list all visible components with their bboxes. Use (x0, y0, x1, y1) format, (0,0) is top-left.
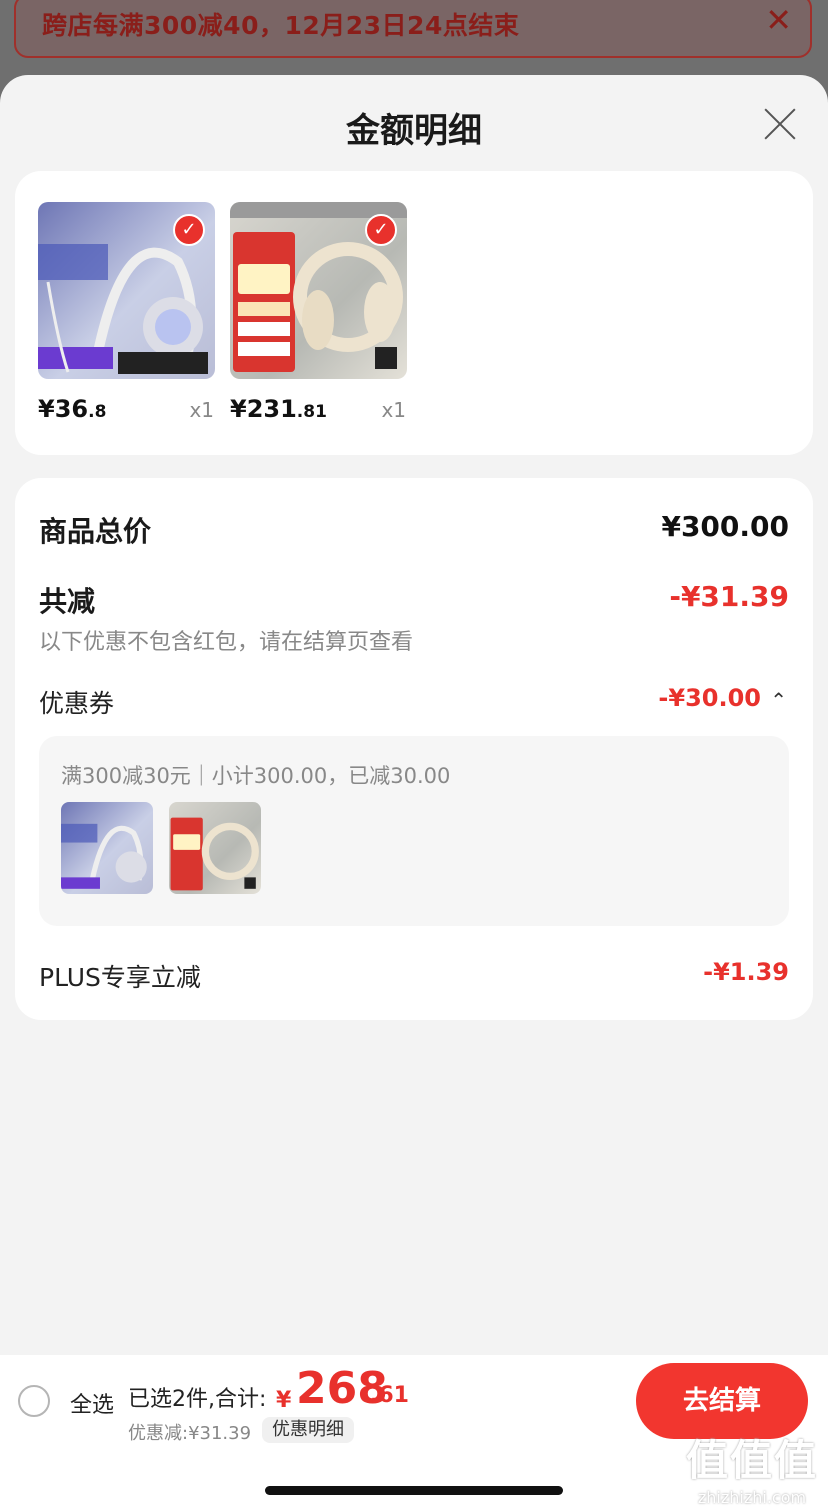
reduce-value: -¥31.39 (669, 580, 789, 613)
select-all-radio[interactable] (18, 1385, 50, 1417)
reduce-note-row: 以下优惠不包含红包，请在结算页查看 (39, 624, 789, 656)
product-image[interactable]: ✓ (38, 202, 215, 379)
summary-card: 商品总价 ¥300.00 共减 -¥31.39 以下优惠不包含红包，请在结算页查… (15, 478, 813, 1020)
coupon-row[interactable]: 优惠券 -¥30.00 ⌃ (39, 684, 789, 718)
total-label: 商品总价 (39, 515, 152, 548)
product-price: ¥36.8 (38, 395, 107, 423)
checkout-bar: 全选 已选2件,合计: ¥ 268 .61 优惠减:¥31.39 优惠明细 去结… (0, 1355, 828, 1512)
total-decimal: .61 (370, 1383, 409, 1408)
watermark: 值值值 zhizhizhi.com (686, 1427, 818, 1507)
checked-icon[interactable]: ✓ (365, 214, 397, 246)
price-detail-sheet: 金额明细 ✓ ¥36.8 x1 ✓ ¥231.81 x1 商品总价 ¥300.0… (0, 75, 828, 1355)
product-qty: x1 (189, 398, 214, 422)
coupon-product-image (61, 802, 153, 894)
reduce-note: 以下优惠不包含红包，请在结算页查看 (39, 630, 414, 655)
price-row: ¥231.81 x1 (230, 395, 408, 425)
discount-text: 优惠减:¥31.39 (128, 1423, 252, 1444)
watermark-logo: 值值值 (685, 1436, 818, 1485)
promo-banner: 跨店每满300减40，12月23日24点结束 ✕ (14, 0, 812, 58)
discount-detail-button[interactable]: 优惠明细 (262, 1417, 354, 1443)
reduce-label: 共减 (39, 585, 96, 618)
total-currency: ¥ (276, 1388, 292, 1413)
total-row: 商品总价 ¥300.00 (39, 510, 789, 548)
coupon-detail-box: 满300减30元｜小计300.00，已减30.00 (39, 736, 789, 926)
chevron-up-icon[interactable]: ⌃ (770, 688, 787, 712)
watermark-url: zhizhizhi.com (697, 1488, 807, 1507)
home-indicator[interactable] (265, 1486, 563, 1495)
products-card: ✓ ¥36.8 x1 ✓ ¥231.81 x1 (15, 171, 813, 455)
plus-label: PLUS专享立减 (39, 963, 201, 992)
promo-text: 跨店每满300减40，12月23日24点结束 (42, 11, 520, 40)
checked-icon[interactable]: ✓ (173, 214, 205, 246)
product-price: ¥231.81 (230, 395, 327, 423)
coupon-desc: 满300减30元｜小计300.00，已减30.00 (61, 764, 451, 788)
total-value: ¥300.00 (661, 510, 789, 543)
product-qty: x1 (381, 398, 406, 422)
sheet-title: 金额明细 (346, 111, 482, 151)
plus-row: PLUS专享立减 -¥1.39 (39, 958, 789, 992)
selected-count: 已选2件,合计: (128, 1387, 267, 1412)
coupon-product-image (169, 802, 261, 894)
price-row: ¥36.8 x1 (38, 395, 216, 425)
close-icon[interactable]: ✕ (765, 0, 792, 40)
coupon-label: 优惠券 (39, 689, 115, 718)
select-all-label[interactable]: 全选 (70, 1387, 114, 1419)
coupon-value: -¥30.00 (658, 684, 761, 712)
product-item[interactable]: ✓ ¥36.8 x1 (38, 202, 216, 425)
product-item[interactable]: ✓ ¥231.81 x1 (230, 202, 408, 425)
close-icon[interactable] (760, 103, 800, 143)
plus-value: -¥1.39 (703, 958, 789, 986)
product-image[interactable]: ✓ (230, 202, 407, 379)
reduce-row: 共减 -¥31.39 (39, 580, 789, 618)
